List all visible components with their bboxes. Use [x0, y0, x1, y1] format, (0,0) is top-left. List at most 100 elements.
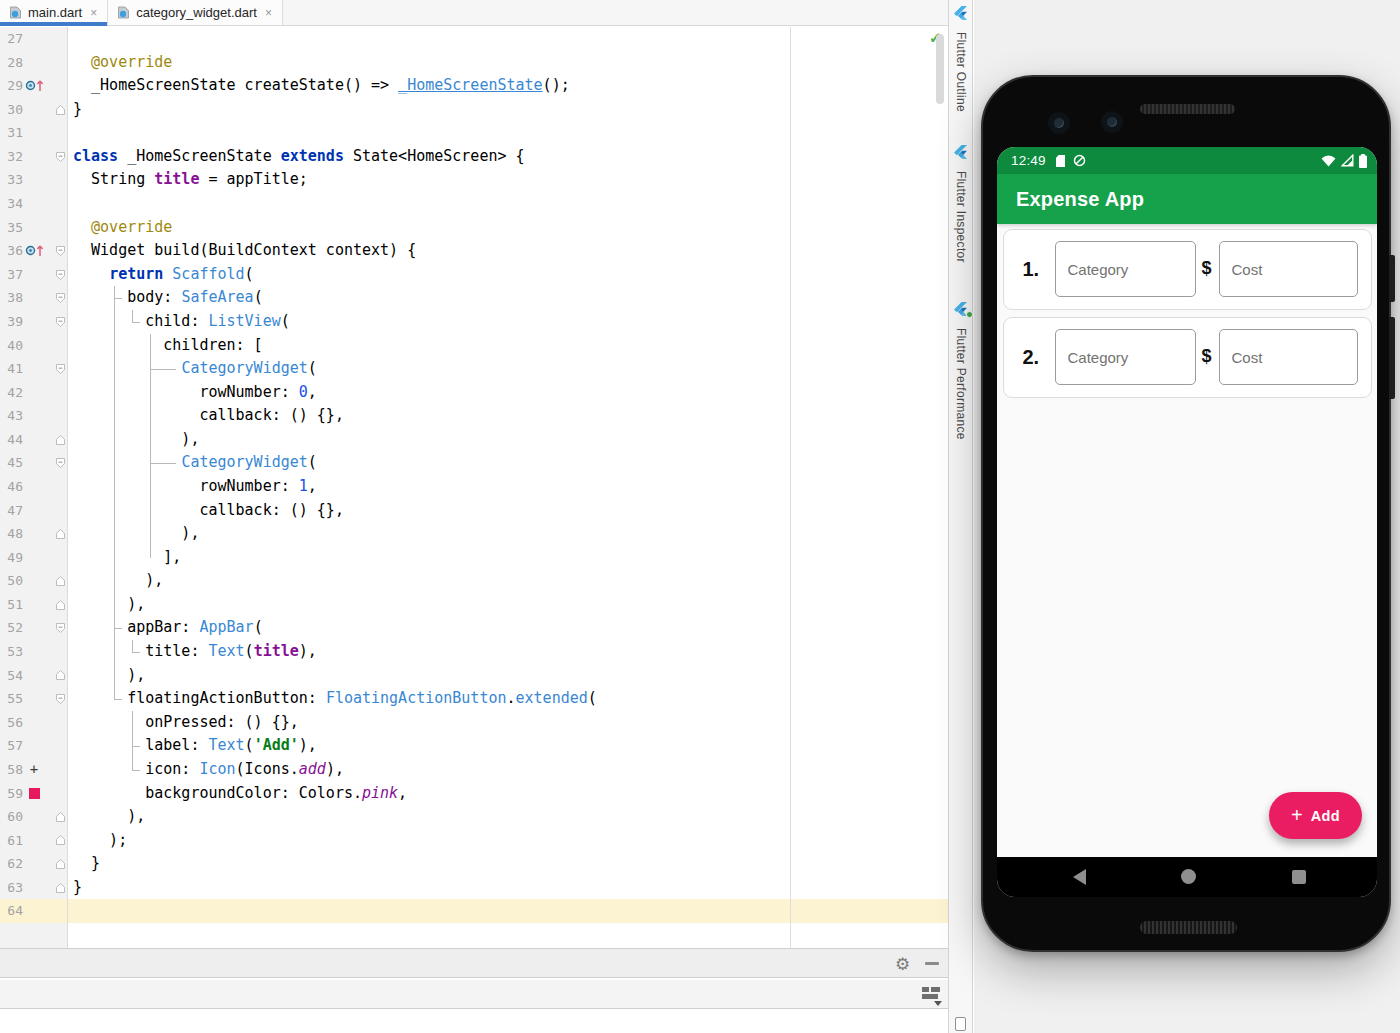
code-editor[interactable]: 2728 @override29 _HomeScreenState create… [0, 27, 948, 948]
color-swatch-pink[interactable] [29, 788, 40, 799]
dart-file-icon [9, 6, 22, 19]
gutter: 60 [0, 805, 67, 829]
tool-label: Flutter Inspector [954, 171, 968, 263]
code-line-57[interactable]: 57 label: Text('Add'), [0, 734, 948, 758]
code-line-51[interactable]: 51 ), [0, 593, 948, 617]
code-line-43[interactable]: 43 callback: () {}, [0, 404, 948, 428]
line-number: 60 [0, 805, 23, 829]
code-line-38[interactable]: 38 body: SafeArea( [0, 286, 948, 310]
fold-marker[interactable] [55, 104, 66, 116]
fold-marker[interactable] [55, 363, 66, 375]
gutter-separator [67, 27, 68, 948]
fold-marker[interactable] [55, 622, 66, 634]
tab-main.dart[interactable]: main.dart× [0, 0, 108, 25]
code-line-34[interactable]: 34 [0, 192, 948, 216]
code-line-37[interactable]: 37 return Scaffold( [0, 263, 948, 287]
code-line-31[interactable]: 31 [0, 121, 948, 145]
home-icon[interactable] [1181, 869, 1196, 884]
fold-marker[interactable] [55, 693, 66, 705]
code-line-58[interactable]: 58+ icon: Icon(Icons.add), [0, 758, 948, 782]
fold-marker[interactable] [55, 151, 66, 163]
tool-button-flutter-outline[interactable]: Flutter Outline [949, 6, 972, 112]
collapse-icon[interactable] [925, 962, 939, 965]
line-number: 57 [0, 734, 23, 758]
code-line-64[interactable]: 64 [0, 899, 948, 923]
code-line-62[interactable]: 62 } [0, 852, 948, 876]
dart-file-icon [117, 6, 130, 19]
fold-marker[interactable] [55, 669, 66, 681]
tab-category_widget.dart[interactable]: category_widget.dart× [108, 0, 283, 25]
fold-marker[interactable] [55, 316, 66, 328]
tab-close-icon[interactable]: × [90, 6, 97, 20]
code-line-35[interactable]: 35 @override [0, 216, 948, 240]
add-fab-button[interactable]: + Add [1269, 792, 1362, 839]
fold-marker[interactable] [55, 575, 66, 587]
fold-marker[interactable] [55, 882, 66, 894]
code-line-29[interactable]: 29 _HomeScreenState createState() => _Ho… [0, 74, 948, 98]
code-line-54[interactable]: 54 ), [0, 664, 948, 688]
gutter: 35 [0, 216, 67, 240]
code-line-48[interactable]: 48 ), [0, 522, 948, 546]
code-line-55[interactable]: 55 floatingActionButton: FloatingActionB… [0, 687, 948, 711]
tool-button-flutter-performance[interactable]: Flutter Performance [949, 302, 972, 440]
code-line-42[interactable]: 42 rowNumber: 0, [0, 381, 948, 405]
fold-marker[interactable] [55, 858, 66, 870]
editor-bottom-toolbar: ⚙ [0, 948, 948, 978]
fab-label: Add [1311, 808, 1340, 824]
category-input[interactable] [1055, 241, 1196, 297]
code-line-40[interactable]: 40 children: [ [0, 334, 948, 358]
gear-icon[interactable]: ⚙ [895, 954, 910, 975]
fold-marker[interactable] [55, 528, 66, 540]
editor-scrollbar[interactable] [936, 34, 944, 104]
code-line-52[interactable]: 52 appBar: AppBar( [0, 616, 948, 640]
fold-marker[interactable] [55, 457, 66, 469]
category-input[interactable] [1055, 329, 1196, 385]
tab-close-icon[interactable]: × [265, 6, 272, 20]
code-line-50[interactable]: 50 ), [0, 569, 948, 593]
fold-marker[interactable] [55, 245, 66, 257]
code-line-36[interactable]: 36 Widget build(BuildContext context) { [0, 239, 948, 263]
line-number: 50 [0, 569, 23, 593]
code-line-41[interactable]: 41 CategoryWidget( [0, 357, 948, 381]
fold-marker[interactable] [55, 269, 66, 281]
power-button[interactable] [1389, 255, 1395, 302]
code-line-32[interactable]: 32class _HomeScreenState extends State<H… [0, 145, 948, 169]
code-line-61[interactable]: 61 ); [0, 829, 948, 853]
line-number: 53 [0, 640, 23, 664]
tool-button-flutter-inspector[interactable]: Flutter Inspector [949, 145, 972, 263]
device-icon[interactable] [955, 1017, 966, 1031]
line-number: 64 [0, 899, 23, 923]
code-line-28[interactable]: 28 @override [0, 51, 948, 75]
cost-input[interactable] [1219, 329, 1358, 385]
code-line-45[interactable]: 45 CategoryWidget( [0, 451, 948, 475]
line-number: 33 [0, 168, 23, 192]
back-icon[interactable] [1073, 869, 1086, 885]
code-line-60[interactable]: 60 ), [0, 805, 948, 829]
fold-marker[interactable] [55, 811, 66, 823]
code-line-63[interactable]: 63} [0, 876, 948, 900]
code-line-39[interactable]: 39 child: ListView( [0, 310, 948, 334]
code-line-56[interactable]: 56 onPressed: () {}, [0, 711, 948, 735]
code-line-33[interactable]: 33 String title = appTitle; [0, 168, 948, 192]
fold-marker[interactable] [55, 434, 66, 446]
app-bar: Expense App [997, 174, 1377, 224]
fold-marker[interactable] [55, 599, 66, 611]
code-line-47[interactable]: 47 callback: () {}, [0, 499, 948, 523]
code-line-59[interactable]: 59 backgroundColor: Colors.pink, [0, 782, 948, 806]
code-line-49[interactable]: 49 ], [0, 546, 948, 570]
code-line-46[interactable]: 46 rowNumber: 1, [0, 475, 948, 499]
code-line-30[interactable]: 30} [0, 98, 948, 122]
layout-icon[interactable] [922, 987, 940, 999]
layout-dropdown-arrow-icon[interactable] [934, 1001, 942, 1006]
android-nav-bar [997, 857, 1377, 897]
code-line-44[interactable]: 44 ), [0, 428, 948, 452]
code-line-53[interactable]: 53 title: Text(title), [0, 640, 948, 664]
volume-button[interactable] [1389, 317, 1395, 399]
fold-marker[interactable] [55, 834, 66, 846]
android-phone-frame: 12:49 Expense App 1.$2.$ + [981, 75, 1391, 952]
cost-input[interactable] [1219, 241, 1358, 297]
fold-marker[interactable] [55, 292, 66, 304]
line-number: 47 [0, 499, 23, 523]
recents-icon[interactable] [1292, 870, 1306, 884]
code-line-27[interactable]: 27 [0, 27, 948, 51]
